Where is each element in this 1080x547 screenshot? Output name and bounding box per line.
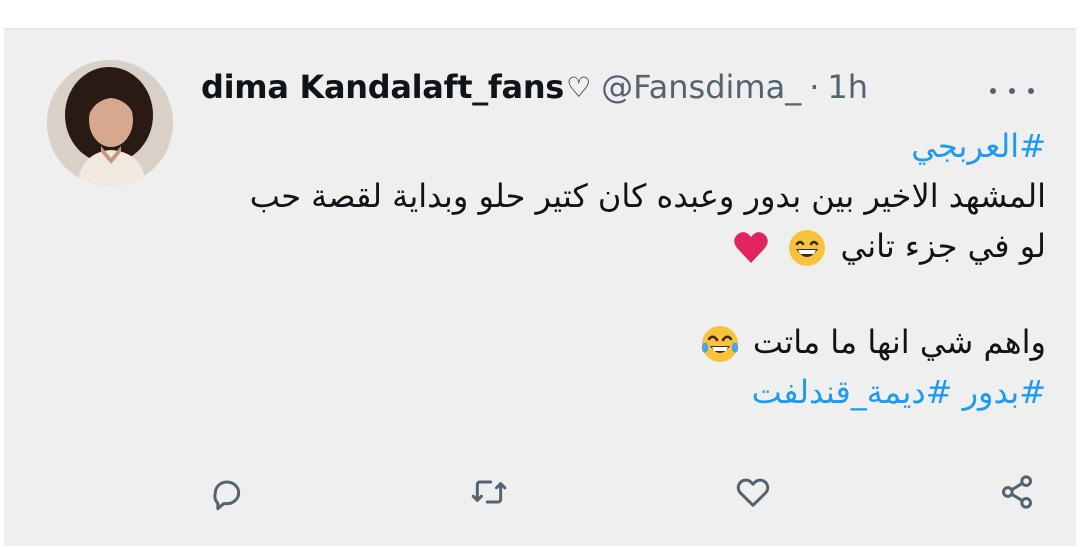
tears-of-joy-icon — [701, 326, 738, 362]
reply-button[interactable] — [202, 469, 252, 515]
tweet-text-line: لو في جزء تاني — [840, 227, 1046, 265]
like-icon — [736, 478, 770, 507]
hashtag-link[interactable]: #العربجي — [911, 127, 1046, 165]
hashtag-link[interactable]: #بدور #ديمة_قندلفت — [752, 373, 1046, 411]
separator-dot: · — [809, 68, 820, 106]
heart-outline-icon: ♡ — [566, 70, 592, 104]
grinning-face-icon — [789, 230, 826, 266]
display-name[interactable]: dima Kandalaft_fans — [201, 68, 564, 106]
tweet-text-line: واهم شي انها ما ماتت — [752, 323, 1046, 361]
share-button[interactable] — [992, 469, 1042, 515]
red-heart-icon — [734, 232, 768, 263]
profile-photo — [47, 60, 173, 186]
tweet-text-line: المشهد الاخير بين بدور وعبده كان كتير حل… — [249, 177, 1046, 215]
timestamp[interactable]: 1h — [827, 68, 868, 106]
tweet-header: dima Kandalaft_fans ♡ @Fansdima_ · 1h — [201, 67, 868, 107]
avatar[interactable] — [47, 60, 173, 186]
tweet-body: #العربجي المشهد الاخير بين بدور وعبده كا… — [204, 121, 1046, 417]
like-button[interactable] — [728, 469, 778, 515]
more-options-icon[interactable] — [990, 81, 1034, 101]
reply-icon — [213, 480, 241, 511]
retweet-button[interactable] — [464, 469, 514, 515]
tweet-card[interactable]: dima Kandalaft_fans ♡ @Fansdima_ · 1h #ا… — [4, 28, 1076, 546]
user-handle[interactable]: @Fansdima_ — [601, 68, 801, 106]
retweet-icon — [471, 480, 507, 504]
hashtags-line: #بدور #ديمة_قندلفت — [204, 367, 1046, 417]
share-icon — [1002, 475, 1032, 509]
